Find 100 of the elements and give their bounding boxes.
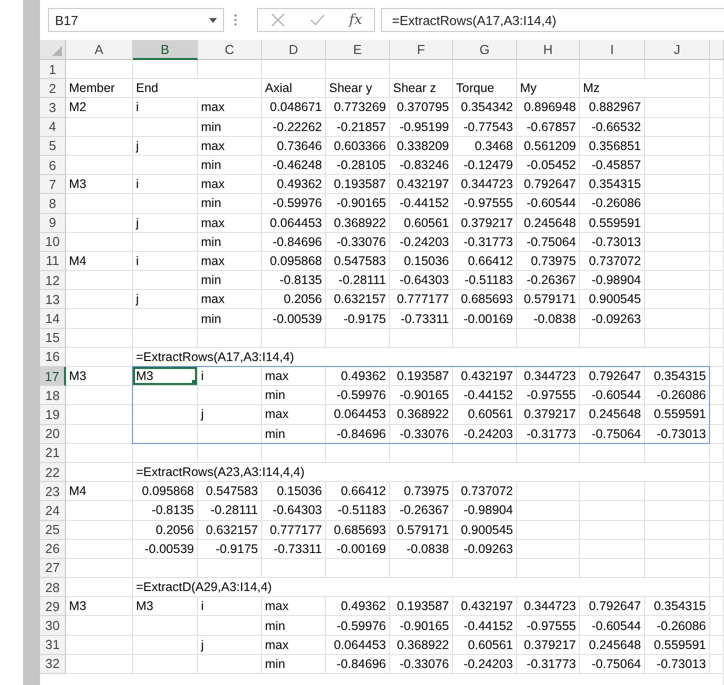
table-cell[interactable] xyxy=(453,444,517,463)
table-cell[interactable]: 0.882967 xyxy=(580,98,645,118)
table-cell[interactable]: M3 xyxy=(133,597,198,616)
table-cell[interactable] xyxy=(710,578,724,598)
table-cell[interactable]: 0.792647 xyxy=(580,597,645,616)
table-cell[interactable]: max xyxy=(198,290,262,310)
table-cell[interactable] xyxy=(453,558,517,578)
table-cell[interactable]: -0.00539 xyxy=(133,540,198,559)
table-cell[interactable] xyxy=(645,540,710,559)
column-header[interactable]: D xyxy=(262,40,326,60)
row-header[interactable]: 32 xyxy=(40,654,66,674)
table-cell[interactable]: M4 xyxy=(66,482,133,502)
table-cell[interactable] xyxy=(710,636,724,655)
table-cell[interactable]: -0.0838 xyxy=(390,540,453,559)
table-cell[interactable] xyxy=(326,558,390,578)
table-cell[interactable]: max xyxy=(262,636,326,655)
table-cell[interactable]: Shear y xyxy=(326,79,390,98)
table-cell[interactable]: 0.561209 xyxy=(517,136,580,156)
table-cell[interactable]: -0.24203 xyxy=(453,654,517,674)
table-cell[interactable]: -0.60544 xyxy=(517,194,580,214)
table-cell[interactable]: -0.09263 xyxy=(580,309,645,329)
table-cell[interactable] xyxy=(198,60,262,80)
table-cell[interactable]: 0.49362 xyxy=(326,597,390,616)
table-cell[interactable] xyxy=(66,540,133,559)
table-cell[interactable]: 0.632157 xyxy=(326,290,390,310)
table-cell[interactable]: Member xyxy=(66,79,133,98)
table-cell[interactable] xyxy=(133,271,198,290)
row-header[interactable]: 22 xyxy=(40,462,66,482)
table-cell[interactable]: End xyxy=(133,79,262,98)
row-header[interactable]: 17 xyxy=(40,367,66,386)
table-cell[interactable] xyxy=(710,540,724,559)
table-cell[interactable]: min xyxy=(262,616,326,636)
table-cell[interactable]: -0.05452 xyxy=(517,156,580,176)
table-cell[interactable]: 0.559591 xyxy=(580,214,645,233)
table-cell[interactable] xyxy=(580,540,645,559)
table-cell[interactable] xyxy=(710,271,724,290)
table-cell[interactable]: -0.59976 xyxy=(262,194,326,214)
table-cell[interactable] xyxy=(710,194,724,214)
table-cell[interactable]: max xyxy=(198,136,262,156)
row-header[interactable]: 3 xyxy=(40,98,66,118)
table-cell[interactable]: -0.33076 xyxy=(390,424,453,444)
row-header[interactable]: 2 xyxy=(40,79,66,98)
table-cell[interactable]: 0.245648 xyxy=(517,214,580,233)
table-cell[interactable]: -0.00169 xyxy=(326,540,390,559)
table-cell[interactable]: 0.245648 xyxy=(580,636,645,655)
row-header[interactable]: 8 xyxy=(40,194,66,214)
table-cell[interactable]: 0.777177 xyxy=(262,520,326,540)
table-cell[interactable] xyxy=(645,309,710,329)
table-cell[interactable]: Shear z xyxy=(390,79,453,98)
table-cell[interactable]: -0.84696 xyxy=(326,424,390,444)
table-cell[interactable]: max xyxy=(198,252,262,272)
table-cell[interactable] xyxy=(453,328,517,348)
table-cell[interactable]: My xyxy=(517,79,580,98)
table-cell[interactable] xyxy=(66,520,133,540)
table-cell[interactable] xyxy=(645,328,710,348)
table-cell[interactable]: -0.73311 xyxy=(262,540,326,559)
table-cell[interactable] xyxy=(710,175,724,194)
table-cell[interactable]: -0.46248 xyxy=(262,156,326,176)
table-cell[interactable] xyxy=(645,156,710,176)
table-cell[interactable] xyxy=(710,328,724,348)
column-header[interactable]: B xyxy=(133,40,198,60)
column-header[interactable]: I xyxy=(580,40,645,60)
table-cell[interactable]: min xyxy=(198,309,262,329)
table-cell[interactable]: -0.75064 xyxy=(517,232,580,252)
row-header[interactable]: 18 xyxy=(40,386,66,406)
table-cell[interactable] xyxy=(645,214,710,233)
table-cell[interactable] xyxy=(66,578,133,598)
table-cell[interactable]: 0.66412 xyxy=(326,482,390,502)
column-header[interactable]: E xyxy=(326,40,390,60)
table-cell[interactable] xyxy=(390,444,453,463)
row-header[interactable]: 24 xyxy=(40,501,66,520)
table-cell[interactable]: Axial xyxy=(262,79,326,98)
table-cell[interactable]: M3 xyxy=(66,597,133,616)
row-header[interactable]: 1 xyxy=(40,60,66,80)
row-header[interactable]: 28 xyxy=(40,578,66,598)
table-cell[interactable] xyxy=(198,444,262,463)
table-cell[interactable]: 0.356851 xyxy=(580,136,645,156)
table-cell[interactable] xyxy=(66,271,133,290)
table-cell[interactable]: -0.51183 xyxy=(453,271,517,290)
table-cell[interactable] xyxy=(710,424,724,444)
table-cell[interactable] xyxy=(710,482,724,502)
table-cell[interactable]: -0.8135 xyxy=(262,271,326,290)
table-cell[interactable] xyxy=(710,60,724,80)
table-cell[interactable]: max xyxy=(198,175,262,194)
table-cell[interactable]: 0.344723 xyxy=(453,175,517,194)
table-cell[interactable] xyxy=(710,405,724,425)
row-header[interactable]: 12 xyxy=(40,271,66,290)
table-cell[interactable]: min xyxy=(198,232,262,252)
table-cell[interactable]: -0.31773 xyxy=(517,424,580,444)
table-cell[interactable]: j xyxy=(198,636,262,655)
table-cell[interactable]: 0.60561 xyxy=(453,405,517,425)
table-cell[interactable]: i xyxy=(133,98,198,118)
table-cell[interactable]: M2 xyxy=(66,98,133,118)
table-cell[interactable] xyxy=(517,501,580,520)
table-cell[interactable]: -0.60544 xyxy=(580,616,645,636)
table-cell[interactable]: -0.75064 xyxy=(580,424,645,444)
table-cell[interactable] xyxy=(453,60,517,80)
column-header[interactable]: F xyxy=(390,40,453,60)
table-cell[interactable]: -0.98904 xyxy=(453,501,517,520)
table-cell[interactable] xyxy=(133,60,198,80)
